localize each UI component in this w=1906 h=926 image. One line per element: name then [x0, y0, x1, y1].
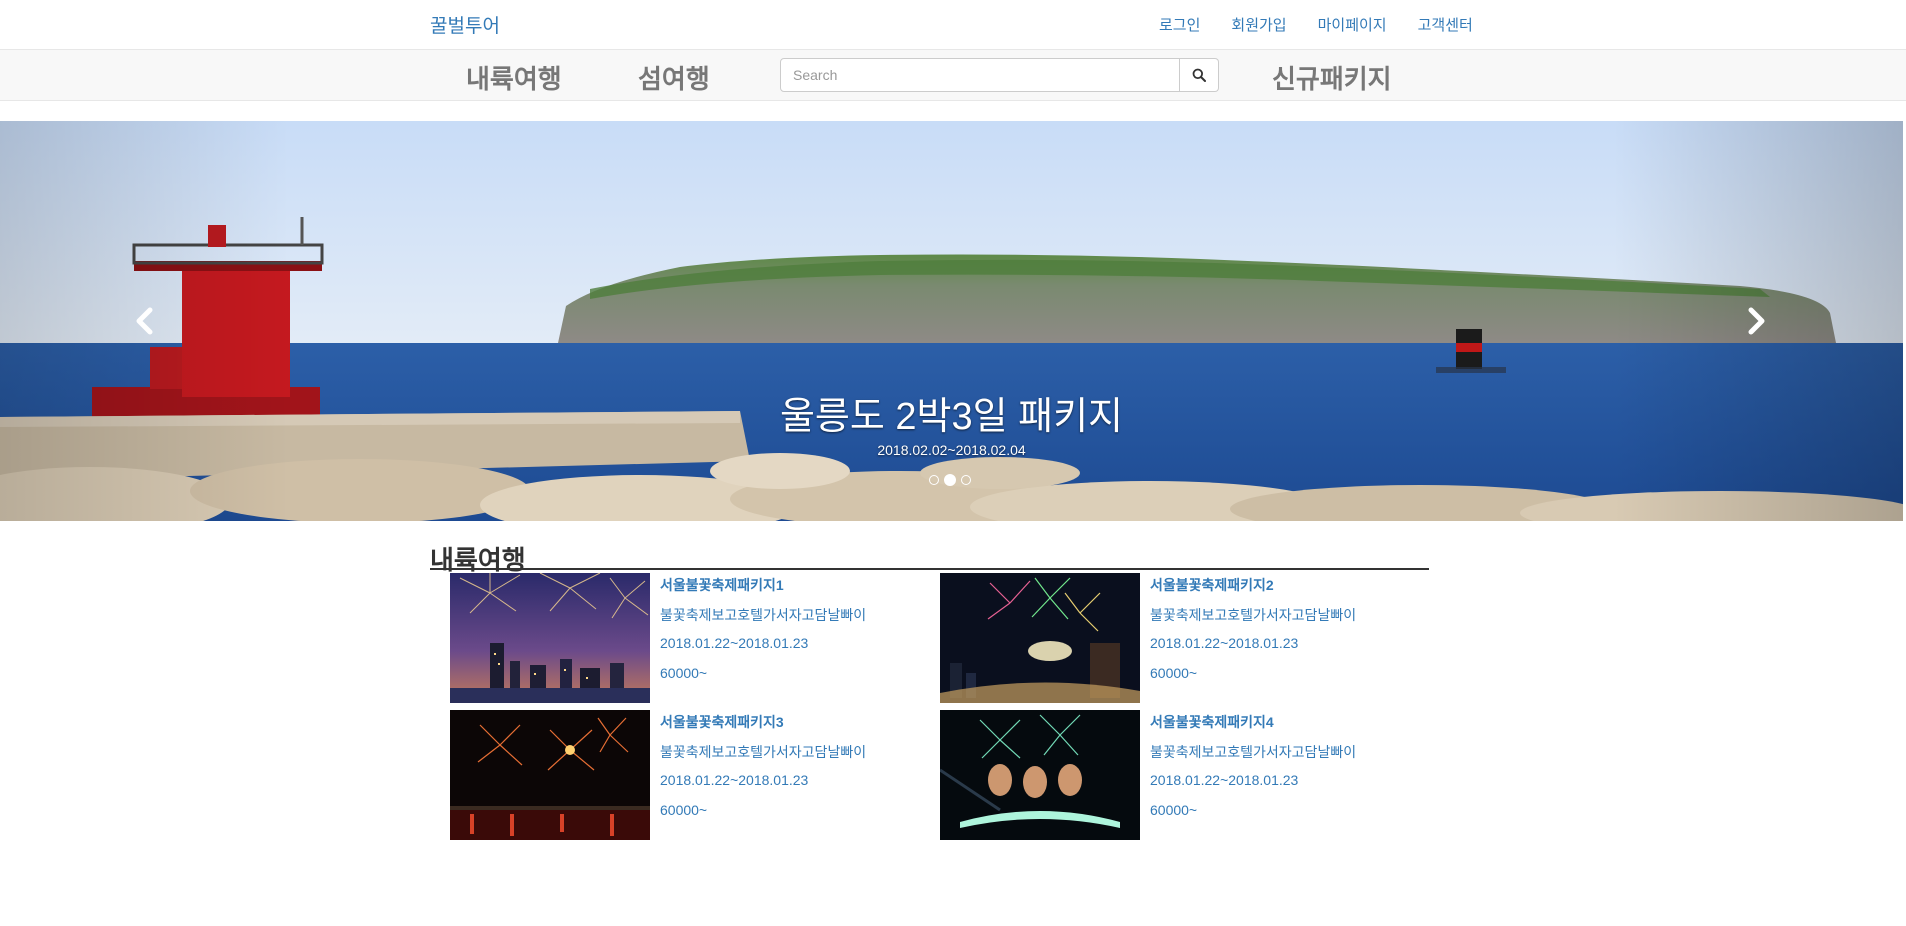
carousel-prev-control[interactable]	[130, 306, 160, 336]
carousel-indicator-3[interactable]	[961, 475, 971, 485]
package-description[interactable]: 불꽃축제보고호텔가서자고담날빠이	[660, 605, 866, 635]
hero-carousel: 울릉도 2박3일 패키지 2018.02.02~2018.02.04	[0, 121, 1903, 521]
package-description[interactable]: 불꽃축제보고호텔가서자고담날빠이	[660, 742, 866, 772]
package-price[interactable]: 60000~	[660, 802, 866, 832]
package-card-2[interactable]: 서울불꽃축제패키지2 불꽃축제보고호텔가서자고담날빠이 2018.01.22~2…	[940, 573, 1400, 703]
package-price[interactable]: 60000~	[660, 665, 866, 695]
package-title[interactable]: 서울불꽃축제패키지4	[1150, 712, 1356, 742]
carousel-indicator-2[interactable]	[944, 474, 956, 486]
package-info-3: 서울불꽃축제패키지3 불꽃축제보고호텔가서자고담날빠이 2018.01.22~2…	[660, 710, 866, 832]
package-description[interactable]: 불꽃축제보고호텔가서자고담날빠이	[1150, 605, 1356, 635]
package-date[interactable]: 2018.01.22~2018.01.23	[1150, 772, 1356, 802]
top-links: 로그인 회원가입 마이페이지 고객센터	[1159, 14, 1504, 35]
carousel-caption-date: 2018.02.02~2018.02.04	[877, 442, 1026, 458]
package-card-4[interactable]: 서울불꽃축제패키지4 불꽃축제보고호텔가서자고담날빠이 2018.01.22~2…	[940, 710, 1400, 840]
brand-link[interactable]: 꿀벌투어	[430, 11, 500, 38]
chevron-left-icon	[136, 307, 153, 335]
carousel-indicators	[929, 474, 971, 486]
package-price[interactable]: 60000~	[1150, 665, 1356, 695]
package-thumbnail-4[interactable]	[940, 710, 1140, 840]
package-info-4: 서울불꽃축제패키지4 불꽃축제보고호텔가서자고담날빠이 2018.01.22~2…	[1150, 710, 1356, 832]
package-title[interactable]: 서울불꽃축제패키지3	[660, 712, 866, 742]
section-title: 내륙여행	[430, 545, 526, 575]
package-description[interactable]: 불꽃축제보고호텔가서자고담날빠이	[1150, 742, 1356, 772]
nav-domestic-travel[interactable]: 내륙여행	[466, 59, 562, 96]
package-date[interactable]: 2018.01.22~2018.01.23	[660, 635, 866, 665]
package-title[interactable]: 서울불꽃축제패키지1	[660, 575, 866, 605]
main-navbar: 내륙여행 섬여행 신규패키지	[0, 49, 1906, 101]
package-date[interactable]: 2018.01.22~2018.01.23	[1150, 635, 1356, 665]
carousel-caption-title: 울릉도 2박3일 패키지	[779, 396, 1124, 438]
customer-center-link[interactable]: 고객센터	[1418, 14, 1473, 35]
package-date[interactable]: 2018.01.22~2018.01.23	[660, 772, 866, 802]
package-info-1: 서울불꽃축제패키지1 불꽃축제보고호텔가서자고담날빠이 2018.01.22~2…	[660, 573, 866, 695]
search-form	[780, 58, 1219, 92]
package-thumbnail-1[interactable]	[450, 573, 650, 703]
login-link[interactable]: 로그인	[1159, 14, 1200, 35]
package-thumbnail-2[interactable]	[940, 573, 1140, 703]
carousel-next-control[interactable]	[1741, 306, 1771, 336]
package-price[interactable]: 60000~	[1150, 802, 1356, 832]
signup-link[interactable]: 회원가입	[1231, 14, 1286, 35]
nav-new-package[interactable]: 신규패키지	[1272, 59, 1392, 96]
package-title[interactable]: 서울불꽃축제패키지2	[1150, 575, 1356, 605]
section-divider	[430, 568, 1429, 570]
search-button[interactable]	[1180, 58, 1219, 92]
package-thumbnail-3[interactable]	[450, 710, 650, 840]
package-card-1[interactable]: 서울불꽃축제패키지1 불꽃축제보고호텔가서자고담날빠이 2018.01.22~2…	[450, 573, 910, 703]
search-icon	[1192, 68, 1206, 82]
package-info-2: 서울불꽃축제패키지2 불꽃축제보고호텔가서자고담날빠이 2018.01.22~2…	[1150, 573, 1356, 695]
mypage-link[interactable]: 마이페이지	[1318, 14, 1387, 35]
top-bar: 꿀벌투어 로그인 회원가입 마이페이지 고객센터	[0, 0, 1906, 48]
chevron-right-icon	[1748, 307, 1765, 335]
carousel-indicator-1[interactable]	[929, 475, 939, 485]
nav-island-travel[interactable]: 섬여행	[638, 59, 710, 96]
package-card-3[interactable]: 서울불꽃축제패키지3 불꽃축제보고호텔가서자고담날빠이 2018.01.22~2…	[450, 710, 910, 840]
search-input[interactable]	[780, 58, 1180, 92]
